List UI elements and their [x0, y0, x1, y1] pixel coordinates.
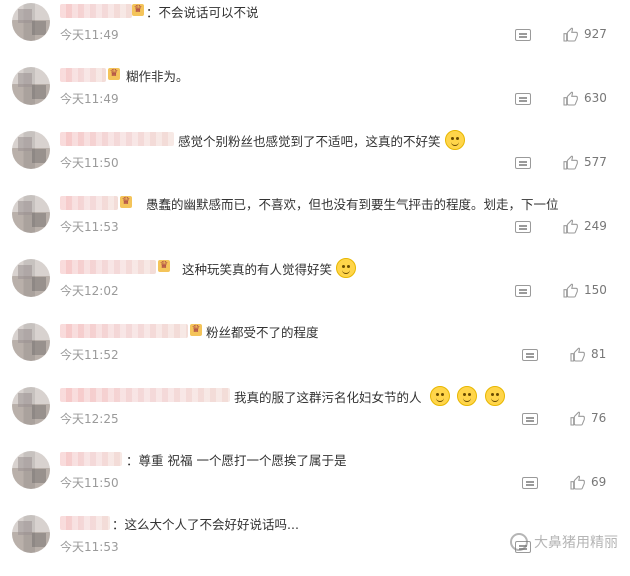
comment-text: 我真的服了这群污名化妇女节的人	[234, 386, 506, 406]
comment-text-content: 我真的服了这群污名化妇女节的人	[234, 390, 422, 405]
like-count: 76	[591, 411, 607, 425]
comment-text: ：不会说话可以不说	[146, 5, 259, 20]
avatar[interactable]	[12, 515, 50, 553]
comment-row: ♛ 糊作非为。 今天11:49 630	[0, 64, 630, 128]
comment-text: ：这么大个人了不会好好说话吗...	[112, 517, 299, 532]
smile-emoji-icon	[336, 258, 357, 278]
crown-icon: ♛	[190, 324, 202, 336]
comment-time: 今天11:52	[60, 348, 119, 362]
comment-time: 今天11:53	[60, 220, 119, 234]
comment-row: v ：尊重 祝福 一个愿打一个愿挨了属于是 今天11:50 69	[0, 448, 630, 512]
thumbs-up-icon[interactable]	[562, 155, 578, 171]
crown-icon: ♛	[132, 4, 144, 16]
avatar[interactable]: v	[12, 323, 50, 361]
username-blurred	[60, 452, 122, 466]
username-blurred	[60, 132, 174, 146]
comment-row: 感觉个别粉丝也感觉到了不适吧，这真的不好笑 今天11:50 577	[0, 128, 630, 192]
comment-text-content: 这种玩笑真的有人觉得好笑	[182, 262, 333, 277]
crown-icon: ♛	[108, 68, 120, 80]
comment-icon[interactable]	[522, 413, 538, 425]
watermark-text: 大鼻猪用精丽	[534, 535, 618, 551]
like-count: 577	[584, 155, 607, 169]
comment-icon[interactable]	[522, 477, 538, 489]
comment-time: 今天12:25	[60, 412, 119, 426]
thumbs-up-icon[interactable]	[569, 347, 585, 363]
smile-emoji-icon	[444, 130, 465, 150]
comment-time: 今天12:02	[60, 284, 119, 298]
avatar[interactable]	[12, 3, 50, 41]
username-blurred	[60, 68, 106, 82]
crown-icon: ♛	[120, 196, 132, 208]
avatar[interactable]	[12, 387, 50, 425]
thumbs-up-icon[interactable]	[569, 411, 585, 427]
comment-time: 今天11:49	[60, 28, 119, 42]
avatar[interactable]	[12, 195, 50, 233]
comment-icon[interactable]	[515, 285, 531, 297]
thumbs-up-icon[interactable]	[562, 91, 578, 107]
comment-text-content: 感觉个别粉丝也感觉到了不适吧，这真的不好笑	[178, 134, 441, 149]
comment-text: 糊作非为。	[126, 69, 189, 84]
username-blurred	[60, 196, 118, 210]
comment-text: 粉丝都受不了的程度	[206, 325, 319, 340]
thumbs-up-icon[interactable]	[562, 283, 578, 299]
verified-badge-icon: v	[46, 350, 50, 361]
comment-time: 今天11:50	[60, 476, 119, 490]
comment-text: 感觉个别粉丝也感觉到了不适吧，这真的不好笑	[178, 130, 465, 150]
comment-row: ♛ 愚蠢的幽默感而已，不喜欢，但也没有到要生气抨击的程度。划走，下一位 今天11…	[0, 192, 630, 256]
comment-row: 我真的服了这群污名化妇女节的人 今天12:25 76	[0, 384, 630, 448]
smile-emoji-icon	[429, 386, 450, 406]
smile-emoji-icon	[485, 386, 506, 406]
comment-icon[interactable]	[515, 93, 531, 105]
avatar[interactable]: v	[12, 451, 50, 489]
avatar[interactable]	[12, 131, 50, 169]
comment-row: ♛ ：不会说话可以不说 今天11:49 927	[0, 0, 630, 64]
username-blurred	[60, 324, 188, 338]
comment-time: 今天11:53	[60, 540, 119, 554]
comment-icon[interactable]	[515, 29, 531, 41]
like-count: 150	[584, 283, 607, 297]
comment-icon[interactable]	[522, 349, 538, 361]
avatar[interactable]	[12, 259, 50, 297]
like-count: 81	[591, 347, 607, 361]
comment-row: v ♛ 粉丝都受不了的程度 今天11:52 81	[0, 320, 630, 384]
verified-badge-icon: v	[46, 478, 50, 489]
like-count: 927	[584, 27, 607, 41]
comment-time: 今天11:50	[60, 156, 119, 170]
comment-icon[interactable]	[515, 157, 531, 169]
comment-icon[interactable]	[515, 221, 531, 233]
username-blurred	[60, 388, 230, 402]
comment-row: ♛ 这种玩笑真的有人觉得好笑 今天12:02 150	[0, 256, 630, 320]
thumbs-up-icon[interactable]	[562, 219, 578, 235]
like-count: 249	[584, 219, 607, 233]
comment-text: 愚蠢的幽默感而已，不喜欢，但也没有到要生气抨击的程度。划走，下一位	[146, 197, 559, 212]
thumbs-up-icon[interactable]	[562, 27, 578, 43]
username-blurred	[60, 260, 156, 274]
thumbs-up-icon[interactable]	[569, 475, 585, 491]
crown-icon: ♛	[158, 260, 170, 272]
username-blurred	[60, 516, 110, 530]
comment-text: 这种玩笑真的有人觉得好笑	[182, 258, 357, 278]
watermark-logo-icon	[510, 533, 528, 551]
smile-emoji-icon	[457, 386, 478, 406]
like-count: 69	[591, 475, 607, 489]
like-count: 630	[584, 91, 607, 105]
username-blurred	[60, 4, 132, 18]
comment-text: ：尊重 祝福 一个愿打一个愿挨了属于是	[126, 453, 347, 468]
comment-time: 今天11:49	[60, 92, 119, 106]
watermark: 大鼻猪用精丽	[510, 532, 618, 552]
avatar[interactable]	[12, 67, 50, 105]
